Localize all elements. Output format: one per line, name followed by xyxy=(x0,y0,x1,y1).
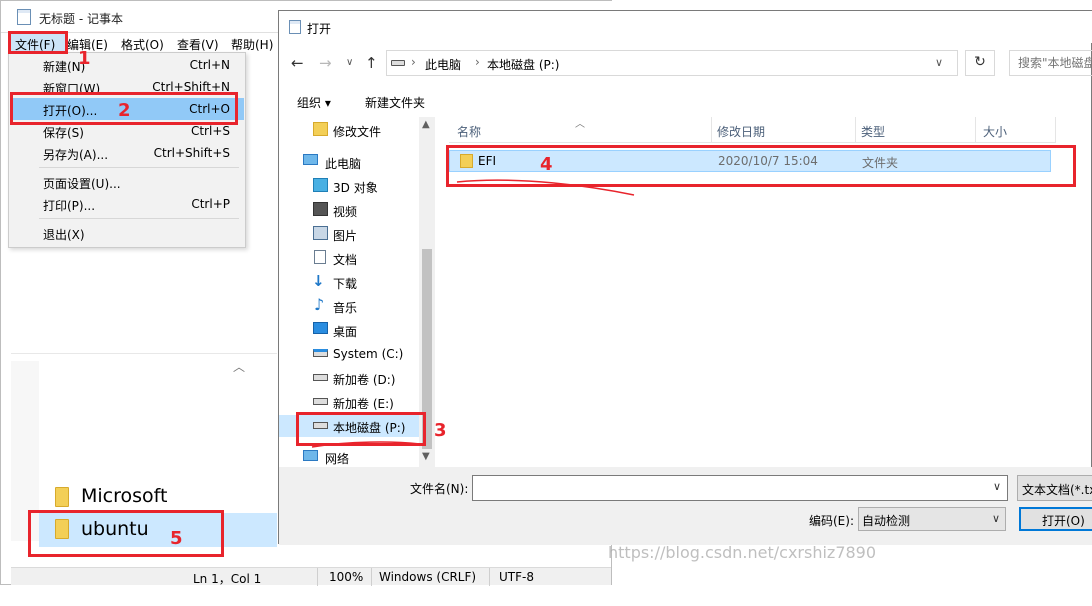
annotation-underline-4 xyxy=(456,179,635,196)
annotation-underline-3 xyxy=(311,441,421,448)
watermark-text: https://blog.csdn.net/cxrshiz7890 xyxy=(608,543,877,562)
annotation-strokes xyxy=(311,179,635,448)
